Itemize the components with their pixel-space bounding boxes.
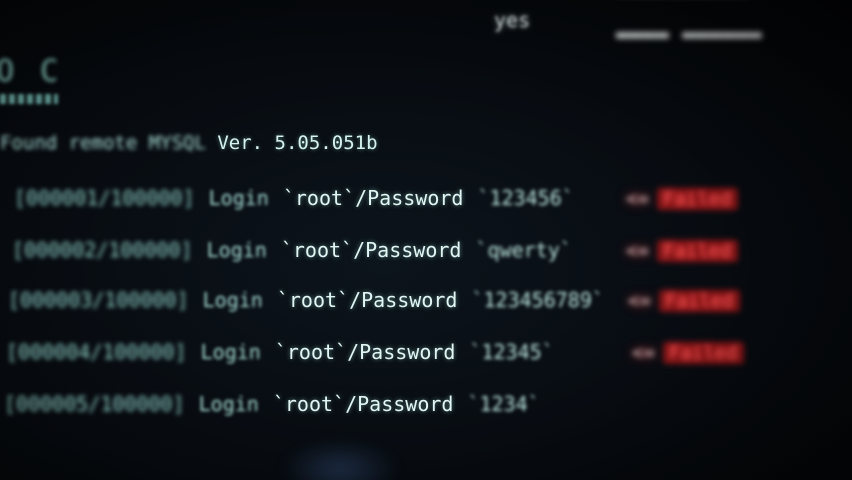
status-arrow: <= <box>626 188 649 210</box>
attempt-row: [000004/100000] Login `root`/Password `1234… <box>6 340 744 364</box>
top-yes-text: yes <box>494 8 531 32</box>
status-failed-badge: Failed <box>662 342 744 364</box>
attempt-user: `root`/Password <box>276 288 458 312</box>
attempt-counter: [000004/100000] <box>6 340 187 364</box>
status-arrow: <= <box>632 342 655 364</box>
attempt-user: `root`/Password <box>282 186 464 210</box>
top-right-blurred-text: ▔▔▔▔▔▔▔▔▔▔ ▬▬▬▬ ▬▬▬▬▬▬ <box>616 0 762 47</box>
status-arrow: <= <box>626 240 649 262</box>
attempt-user: `root`/Password <box>272 392 454 416</box>
attempt-login-label: Login <box>200 340 261 364</box>
attempt-status: <= Failed <box>632 342 744 364</box>
attempt-counter: [000001/100000] <box>14 186 195 210</box>
found-mysql-line: Found remote MYSQL Ver. 5.05.051b <box>0 132 378 154</box>
attempt-login-label: Login <box>202 288 263 312</box>
found-prefix: Found remote MYSQL <box>0 132 206 154</box>
attempt-login-label: Login <box>198 392 259 416</box>
attempt-status: <= Failed <box>626 188 738 210</box>
attempt-user: `root`/Password <box>280 238 462 262</box>
attempt-counter: [000005/100000] <box>4 392 185 416</box>
attempt-row: [000003/100000] Login `root`/Password `1234… <box>8 288 740 312</box>
attempt-row: [000001/100000] Login `root`/Password `1234… <box>14 186 738 210</box>
attempt-password: `1234` <box>467 392 540 416</box>
left-edge-underline <box>0 94 58 104</box>
left-edge-fragment: O C <box>0 54 63 89</box>
mysql-version: Ver. 5.05.051b <box>217 132 378 154</box>
attempt-password: `12345` <box>469 340 554 364</box>
attempt-row: [000002/100000] Login `root`/Password `qwer… <box>12 238 738 262</box>
bottom-glow <box>280 440 400 480</box>
attempt-login-label: Login <box>206 238 267 262</box>
status-failed-badge: Failed <box>656 188 738 210</box>
attempt-password: `123456` <box>477 186 574 210</box>
attempt-counter: [000002/100000] <box>12 238 193 262</box>
attempt-row: [000005/100000] Login `root`/Password `1234… <box>4 392 540 416</box>
terminal-screen: yes ▔▔▔▔▔▔▔▔▔▔ ▬▬▬▬ ▬▬▬▬▬▬ O C Found rem… <box>0 0 852 480</box>
attempt-user: `root`/Password <box>274 340 456 364</box>
attempt-login-label: Login <box>208 186 269 210</box>
status-failed-badge: Failed <box>658 290 740 312</box>
attempt-password: `123456789` <box>471 288 604 312</box>
status-failed-badge: Failed <box>656 240 738 262</box>
attempt-counter: [000003/100000] <box>8 288 189 312</box>
attempt-password: `qwerty` <box>475 238 572 262</box>
attempt-status: <= Failed <box>626 240 738 262</box>
status-arrow: <= <box>628 290 651 312</box>
attempt-status: <= Failed <box>628 290 740 312</box>
